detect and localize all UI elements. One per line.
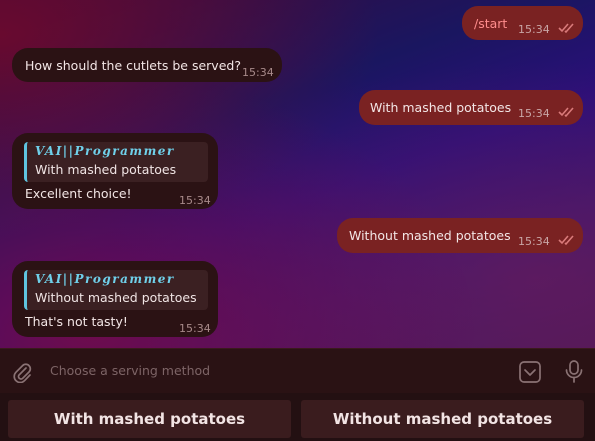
message-text: With mashed potatoes	[370, 100, 512, 115]
reply-quote[interactable]: VAI||Programmer With mashed potatoes	[24, 142, 208, 182]
reply-quote[interactable]: VAI||Programmer Without mashed potatoes	[24, 270, 208, 310]
quote-author: VAI||Programmer	[35, 272, 175, 286]
message-time: 15:34	[518, 235, 550, 248]
microphone-icon[interactable]	[563, 359, 585, 385]
keyboard-button-without-mashed-potatoes[interactable]: Without mashed potatoes	[301, 400, 584, 438]
message-outgoing[interactable]: Without mashed potatoes 15:34	[337, 218, 583, 253]
message-text: Without mashed potatoes	[349, 228, 511, 243]
message-time: 15:34	[179, 194, 211, 207]
message-text: /start	[474, 16, 508, 31]
message-text: Excellent choice!	[25, 186, 132, 201]
message-incoming[interactable]: How should the cutlets be served? 15:34	[12, 48, 282, 82]
message-time: 15:34	[518, 23, 550, 36]
keyboard-button-with-mashed-potatoes[interactable]: With mashed potatoes	[8, 400, 291, 438]
message-incoming-reply[interactable]: VAI||Programmer With mashed potatoes Exc…	[12, 133, 218, 209]
read-receipt-icon	[558, 235, 574, 246]
read-receipt-icon	[558, 23, 574, 34]
message-text: That's not tasty!	[25, 314, 128, 329]
reply-keyboard: With mashed potatoes Without mashed pota…	[0, 393, 595, 441]
message-time: 15:34	[179, 322, 211, 335]
message-time: 15:34	[518, 107, 550, 120]
quote-text: With mashed potatoes	[35, 162, 177, 177]
message-input[interactable]: Choose a serving method	[50, 363, 210, 378]
message-text: How should the cutlets be served?	[25, 58, 241, 73]
message-incoming-reply[interactable]: VAI||Programmer Without mashed potatoes …	[12, 261, 218, 337]
keyboard-toggle-icon[interactable]	[518, 360, 542, 384]
message-time: 15:34	[242, 66, 274, 79]
paperclip-icon[interactable]	[11, 361, 33, 383]
message-outgoing[interactable]: With mashed potatoes 15:34	[359, 90, 583, 125]
quote-text: Without mashed potatoes	[35, 290, 197, 305]
message-composer: Choose a serving method	[0, 348, 595, 393]
quote-author: VAI||Programmer	[35, 144, 175, 158]
read-receipt-icon	[558, 107, 574, 118]
message-outgoing[interactable]: /start 15:34	[462, 6, 583, 40]
chat-area: /start 15:34 How should the cutlets be s…	[0, 0, 595, 348]
